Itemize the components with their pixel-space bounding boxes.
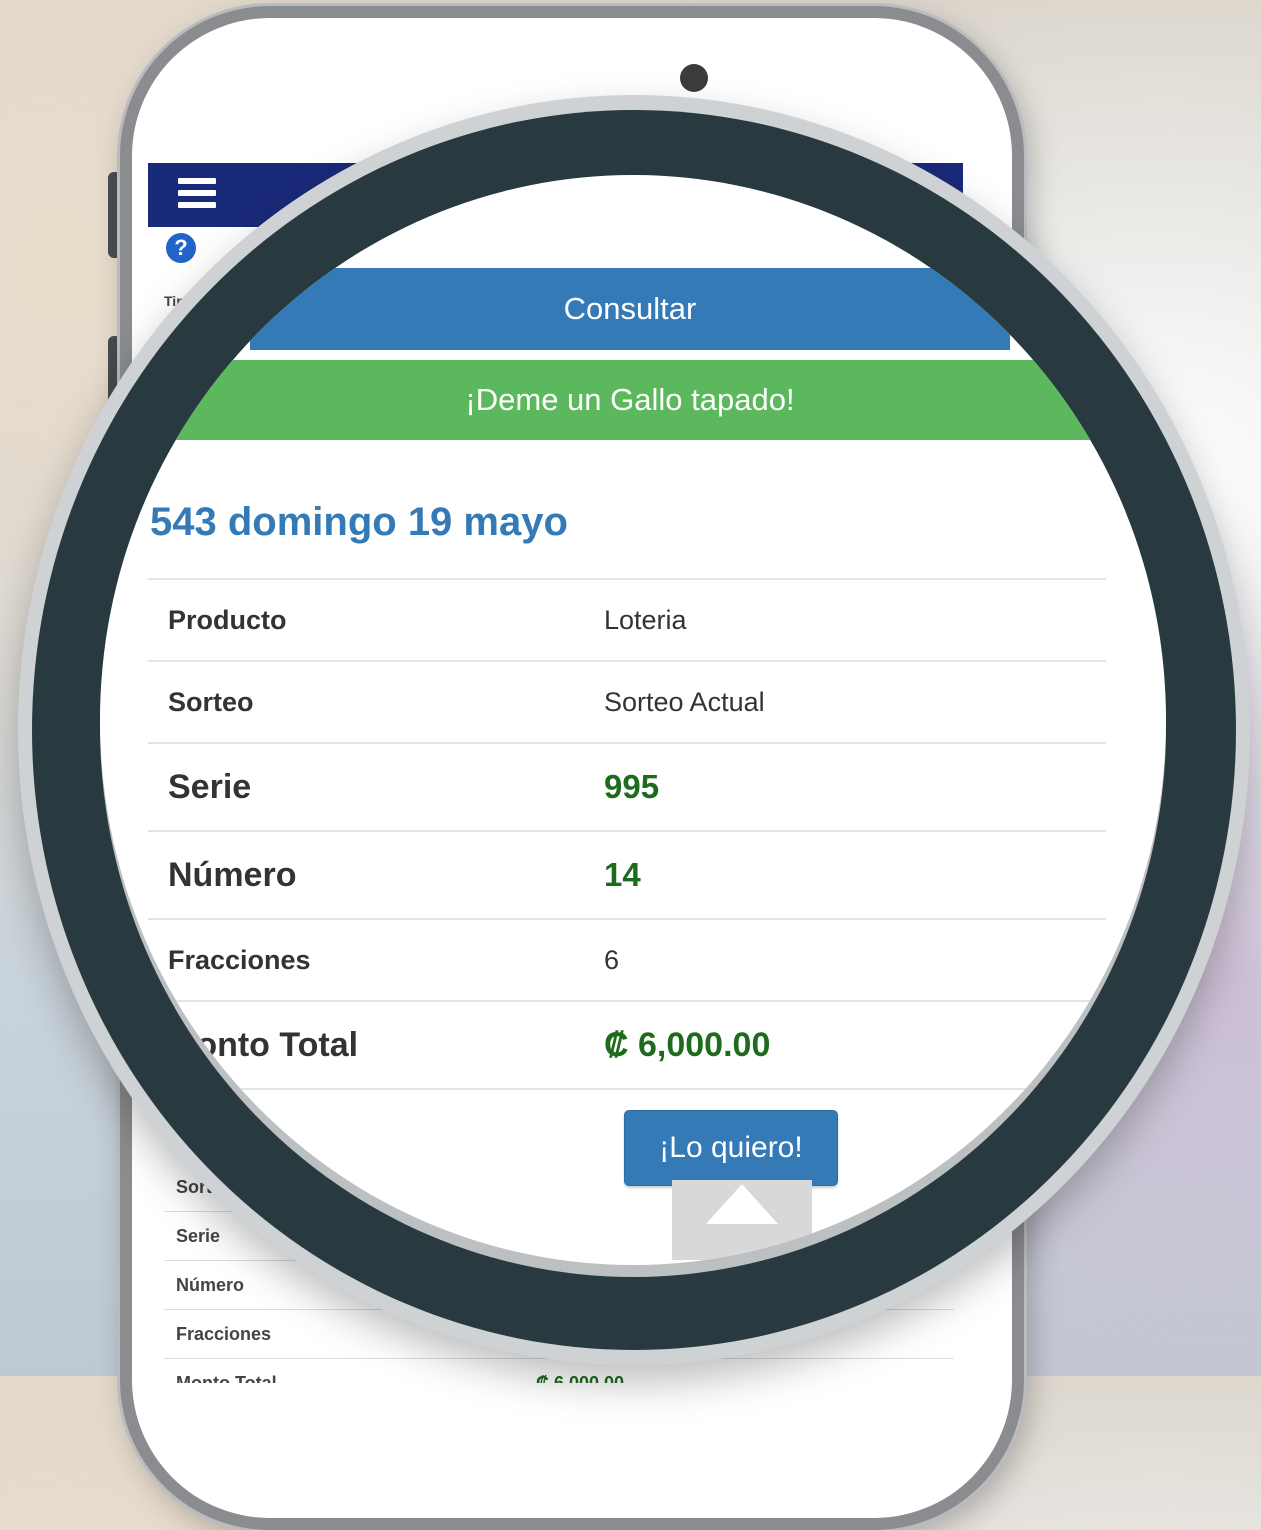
ticket-detail-table: Producto Loteria Sorteo Sorteo Actual Se…: [148, 578, 1106, 1220]
row-value: 14: [604, 856, 641, 893]
table-row-sorteo: Sorteo Sorteo Actual: [148, 660, 1106, 742]
table-row-fracciones: Fracciones 6: [148, 918, 1106, 1000]
table-row: Monto Total ₡ 6,000.00: [164, 1359, 954, 1384]
draw-title: 543 domingo 19 mayo: [150, 500, 568, 544]
row-key: Fracciones: [168, 944, 311, 975]
row-key: Monto Total: [168, 1025, 359, 1064]
row-key: Serie: [168, 767, 252, 806]
phone-camera: [680, 64, 708, 92]
row-value: Sorteo Actual: [604, 686, 765, 717]
gallo-tapado-button[interactable]: ¡Deme un Gallo tapado!: [150, 360, 1110, 440]
magnified-content: Consultar ¡Deme un Gallo tapado! 543 dom…: [100, 175, 1166, 1265]
row-key: Número: [168, 855, 297, 894]
table-row-producto: Producto Loteria: [148, 578, 1106, 660]
table-row-numero: Número 14: [148, 830, 1106, 918]
lo-quiero-button[interactable]: ¡Lo quiero!: [624, 1110, 838, 1186]
magnifier-lens: Consultar ¡Deme un Gallo tapado! 543 dom…: [100, 175, 1166, 1265]
table-row-serie: Serie 995: [148, 742, 1106, 830]
row-value: ₡ 6,000.00: [604, 1025, 771, 1064]
row-value: ₡ 6,000.00: [536, 1372, 625, 1384]
row-key: Sorteo: [168, 686, 254, 717]
row-value: Loteria: [604, 604, 687, 635]
consultar-button[interactable]: Consultar: [250, 268, 1010, 350]
scroll-up-button[interactable]: [672, 1180, 812, 1260]
row-value: 6: [604, 944, 620, 975]
row-value: 995: [604, 768, 660, 805]
table-row-monto-total: Monto Total ₡ 6,000.00: [148, 1000, 1106, 1088]
scroll-up-icon: [706, 1184, 778, 1224]
row-key: Monto Total: [176, 1372, 277, 1384]
table-row-action: ¡Lo quiero!: [148, 1088, 1106, 1220]
row-key: Producto: [168, 604, 287, 635]
